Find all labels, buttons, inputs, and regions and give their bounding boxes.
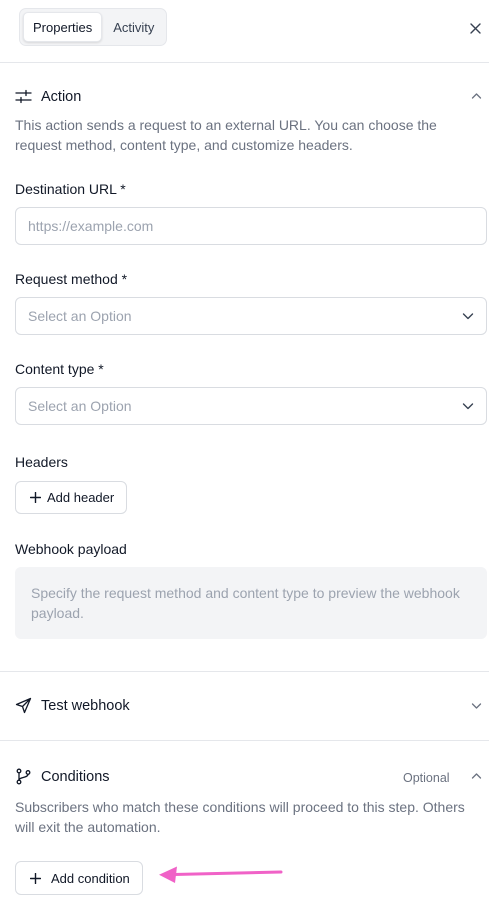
request-method-placeholder: Select an Option xyxy=(28,308,132,324)
webhook-payload-preview: Specify the request method and content t… xyxy=(15,567,487,639)
conditions-description: Subscribers who match these conditions w… xyxy=(15,799,465,835)
content-type-select[interactable]: Select an Option xyxy=(15,387,487,425)
action-description: This action sends a request to an extern… xyxy=(15,117,437,153)
git-branch-icon xyxy=(16,768,31,785)
action-title: Action xyxy=(41,88,82,105)
add-header-button[interactable]: Add header xyxy=(15,481,128,514)
chevron-down-icon xyxy=(462,403,474,410)
content-type-label: Content type * xyxy=(15,361,104,377)
content-type-placeholder: Select an Option xyxy=(28,398,132,414)
action-section-header[interactable]: Action xyxy=(15,88,81,105)
destination-url-label: Destination URL * xyxy=(15,181,126,197)
headers-label: Headers xyxy=(15,454,68,470)
test-webhook-section-header[interactable]: Test webhook xyxy=(15,697,130,714)
conditions-section-header[interactable]: Conditions xyxy=(15,768,110,785)
sliders-icon xyxy=(15,89,32,104)
test-webhook-title: Test webhook xyxy=(41,697,130,714)
tab-properties[interactable]: Properties xyxy=(23,12,103,42)
plus-icon xyxy=(30,492,41,503)
request-method-label: Request method * xyxy=(15,271,128,287)
send-icon xyxy=(15,697,32,714)
plus-icon xyxy=(30,872,41,884)
chevron-up-icon[interactable] xyxy=(471,772,482,780)
close-icon xyxy=(469,22,481,34)
close-button[interactable] xyxy=(467,20,483,36)
optional-badge: Optional xyxy=(403,771,450,785)
chevron-up-icon[interactable] xyxy=(471,92,482,100)
chevron-down-icon[interactable] xyxy=(471,702,482,710)
add-header-label: Add header xyxy=(47,490,115,505)
destination-url-input[interactable]: https://example.com xyxy=(15,207,487,245)
add-condition-label: Add condition xyxy=(51,870,130,886)
chevron-down-icon xyxy=(462,313,474,320)
divider xyxy=(0,740,489,741)
destination-url-placeholder: https://example.com xyxy=(28,218,154,234)
request-method-select[interactable]: Select an Option xyxy=(15,297,487,335)
annotation-arrow-icon xyxy=(159,866,283,883)
tab-group: Properties Activity xyxy=(19,8,168,46)
divider xyxy=(0,671,489,672)
tab-activity[interactable]: Activity xyxy=(104,12,163,42)
conditions-title: Conditions xyxy=(41,768,110,785)
add-condition-button[interactable]: Add condition xyxy=(15,861,143,895)
webhook-payload-label: Webhook payload xyxy=(15,541,127,557)
panel-header: Properties Activity xyxy=(0,0,489,63)
